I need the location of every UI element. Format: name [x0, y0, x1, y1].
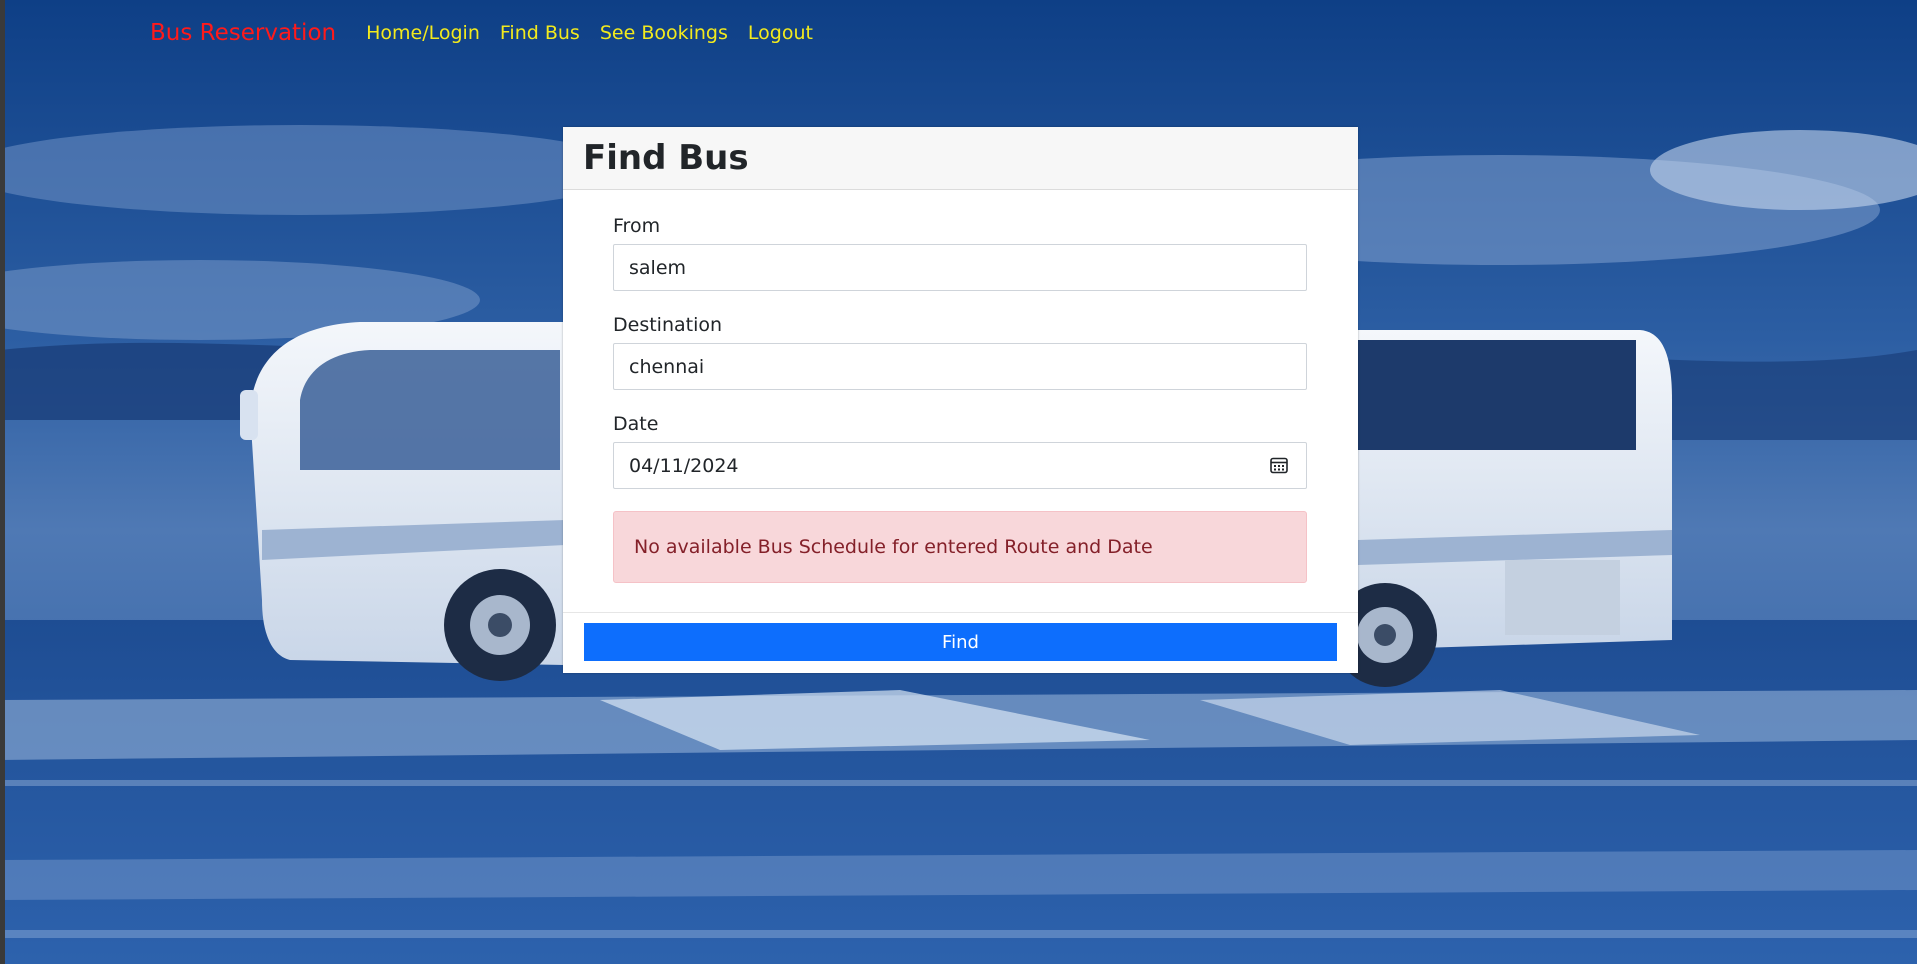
card-header: Find Bus — [563, 127, 1358, 190]
brand-link[interactable]: Bus Reservation — [150, 20, 336, 46]
find-bus-card: Find Bus From Destination Date — [563, 127, 1358, 673]
calendar-icon[interactable] — [1269, 455, 1289, 475]
no-schedule-alert: No available Bus Schedule for entered Ro… — [613, 511, 1307, 583]
from-label: From — [613, 215, 661, 237]
nav-link-see-bookings[interactable]: See Bookings — [600, 22, 728, 44]
from-input[interactable] — [613, 244, 1307, 291]
destination-field-wrapper — [613, 343, 1307, 390]
page-title: Find Bus — [583, 138, 749, 178]
nav-link-home-login[interactable]: Home/Login — [366, 22, 480, 44]
find-bus-form: From Destination Date — [563, 190, 1358, 610]
window-left-border — [0, 0, 5, 964]
destination-label: Destination — [613, 314, 723, 336]
nav-link-find-bus[interactable]: Find Bus — [500, 22, 580, 44]
find-button[interactable]: Find — [584, 623, 1337, 661]
top-navbar: Bus Reservation Home/Login Find Bus See … — [150, 16, 833, 50]
from-field-wrapper — [613, 244, 1307, 291]
date-label: Date — [613, 413, 659, 435]
card-footer: Find — [563, 612, 1358, 673]
nav-link-logout[interactable]: Logout — [748, 22, 813, 44]
date-field-wrapper — [613, 442, 1307, 489]
destination-input[interactable] — [613, 343, 1307, 390]
date-input[interactable] — [613, 442, 1307, 489]
